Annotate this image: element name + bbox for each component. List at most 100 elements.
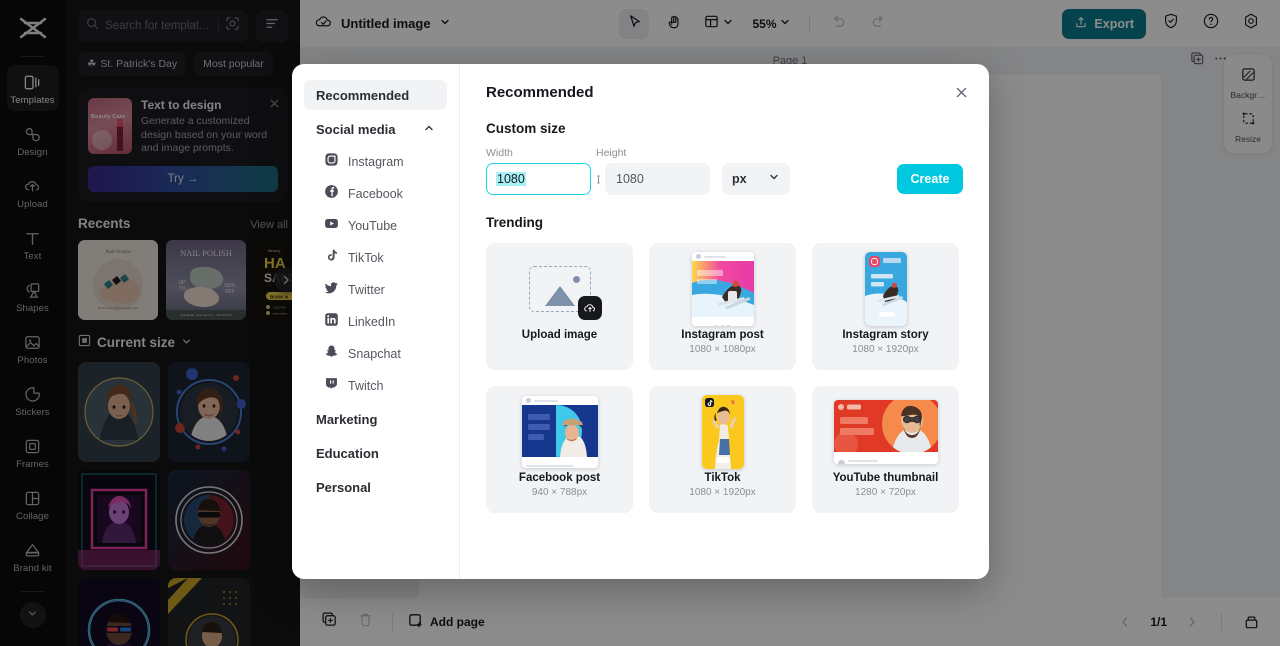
modal-sidebar-item-label: Facebook xyxy=(348,186,403,201)
height-value: 1080 xyxy=(616,172,644,186)
cloud-upload-badge-icon xyxy=(577,296,602,320)
modal-sidebar-item-snapchat[interactable]: Snapchat xyxy=(304,339,447,368)
modal-sidebar-item-twitter[interactable]: Twitter xyxy=(304,275,447,304)
trending-card-name: Facebook post xyxy=(518,472,601,484)
mockup-footer xyxy=(833,457,938,464)
modal-body: Recommended Custom size Width Height 108… xyxy=(460,64,989,579)
modal-group-label: Marketing xyxy=(316,411,378,427)
trending-card-name: Instagram story xyxy=(842,329,929,341)
trending-card-facebook-post[interactable]: Facebook post 940 × 788px xyxy=(486,386,633,513)
mockup-line xyxy=(703,255,726,258)
trending-card-tiktok[interactable]: TikTok 1080 × 1920px xyxy=(649,386,796,513)
modal-sidebar-item-label: Twitch xyxy=(348,378,384,393)
trending-card-instagram-post[interactable]: Instagram post 1080 × 1080px xyxy=(649,243,796,370)
modal-sidebar-item-label: Snapchat xyxy=(348,346,401,361)
instagram-story-thumb xyxy=(864,251,907,327)
trending-card-instagram-story[interactable]: Instagram story 1080 × 1920px xyxy=(812,243,959,370)
mockup-dots xyxy=(691,322,754,326)
modal-sidebar-group-personal[interactable]: Personal xyxy=(304,472,447,502)
facebook-post-mockup xyxy=(521,396,598,468)
modal-sidebar-item-label: Instagram xyxy=(348,154,404,169)
width-input[interactable]: 1080 xyxy=(486,163,591,195)
upload-placeholder-thumb xyxy=(528,251,602,327)
link-ratio-icon[interactable] xyxy=(591,173,605,186)
modal-sidebar-group-marketing[interactable]: Marketing xyxy=(304,404,447,434)
modal-sidebar-group-social-media[interactable]: Social media xyxy=(304,114,447,144)
upload-mountain xyxy=(544,286,575,306)
chevron-down-icon xyxy=(768,170,780,188)
mockup-line xyxy=(525,464,574,467)
modal-title: Recommended xyxy=(486,84,594,101)
chevron-up-icon xyxy=(423,122,435,137)
modal-sidebar-item-linkedin[interactable]: LinkedIn xyxy=(304,307,447,336)
tiktok-mockup xyxy=(701,395,744,469)
snapchat-icon xyxy=(324,344,339,364)
modal-sidebar-item-twitch[interactable]: Twitch xyxy=(304,371,447,400)
modal-sidebar: Recommended Social media Instagram Faceb… xyxy=(292,64,460,579)
youtube-icon xyxy=(324,216,339,236)
instagram-story-mockup xyxy=(864,252,907,326)
height-label: Height xyxy=(596,147,627,159)
height-input[interactable]: 1080 xyxy=(605,163,710,195)
custom-size-heading: Custom size xyxy=(486,121,566,136)
mockup-lines xyxy=(847,460,878,464)
upload-dot xyxy=(572,276,580,283)
modal-sidebar-item-facebook[interactable]: Facebook xyxy=(304,179,447,208)
trending-card-name: Upload image xyxy=(521,329,598,341)
trending-card-size: 1080 × 1920px xyxy=(852,344,919,355)
trending-card-youtube-thumbnail[interactable]: YouTube thumbnail 1280 × 720px xyxy=(812,386,959,513)
facebook-post-thumb xyxy=(521,394,598,470)
youtube-thumbnail-mockup xyxy=(833,400,938,464)
modal-sidebar-item-instagram[interactable]: Instagram xyxy=(304,147,447,176)
size-inputs-row: 1080 1080 px Create xyxy=(486,163,963,195)
trending-card-size: 940 × 788px xyxy=(531,487,588,498)
modal-sidebar-item-label: LinkedIn xyxy=(348,314,396,329)
size-field-labels: Width Height xyxy=(486,147,963,159)
trending-card-name: Instagram post xyxy=(681,329,764,341)
mockup-line xyxy=(847,460,878,463)
mockup-header xyxy=(521,396,598,405)
facebook-icon xyxy=(324,184,339,204)
width-label: Width xyxy=(486,147,513,159)
tiktok-thumb xyxy=(701,394,744,470)
modal-sidebar-item-label: TikTok xyxy=(348,250,384,265)
instagram-icon xyxy=(324,152,339,172)
youtube-thumbnail-thumb xyxy=(833,394,938,470)
trending-card-size: 1080 × 1080px xyxy=(689,344,756,355)
modal-sidebar-item-label: YouTube xyxy=(348,218,398,233)
modal-close-button[interactable] xyxy=(949,80,973,104)
trending-card-size: 1080 × 1920px xyxy=(689,487,756,498)
modal-sidebar-item-youtube[interactable]: YouTube xyxy=(304,211,447,240)
modal-sidebar-item-recommended[interactable]: Recommended xyxy=(304,80,447,110)
linkedin-icon xyxy=(324,312,339,332)
upload-dashed-box xyxy=(528,266,602,320)
instagram-post-mockup xyxy=(691,252,754,326)
create-button[interactable]: Create xyxy=(897,164,963,194)
trending-card-name: YouTube thumbnail xyxy=(832,472,939,484)
modal-group-label: Personal xyxy=(316,479,371,495)
mockup-image xyxy=(833,400,938,456)
width-value: 1080 xyxy=(496,172,526,186)
modal-sidebar-item-label: Twitter xyxy=(348,282,385,297)
mockup-image xyxy=(691,261,754,317)
trending-card-size: 1280 × 720px xyxy=(855,487,916,498)
trending-card-upload-image[interactable]: Upload image xyxy=(486,243,633,370)
modal-group-label: Education xyxy=(316,445,379,461)
mockup-dot xyxy=(715,325,718,326)
modal-group-label: Social media xyxy=(316,121,396,137)
size-picker-modal: Recommended Social media Instagram Faceb… xyxy=(292,64,989,579)
mockup-image xyxy=(521,405,598,457)
trending-cards: Upload image Instagram post 1080 × 1080p… xyxy=(486,243,963,513)
modal-sidebar-group-education[interactable]: Education xyxy=(304,438,447,468)
mockup-avatar xyxy=(837,459,845,464)
twitch-icon xyxy=(324,376,339,396)
instagram-post-thumb xyxy=(691,251,754,327)
unit-selector[interactable]: px xyxy=(722,163,790,195)
mockup-dot xyxy=(721,325,724,326)
mockup-avatar xyxy=(525,398,531,403)
mockup-dot xyxy=(727,325,730,326)
modal-sidebar-item-tiktok[interactable]: TikTok xyxy=(304,243,447,272)
tiktok-icon xyxy=(324,248,339,268)
app-root: Templates Design Upload Text Shapes Phot… xyxy=(0,0,1280,646)
mockup-line xyxy=(533,399,558,402)
